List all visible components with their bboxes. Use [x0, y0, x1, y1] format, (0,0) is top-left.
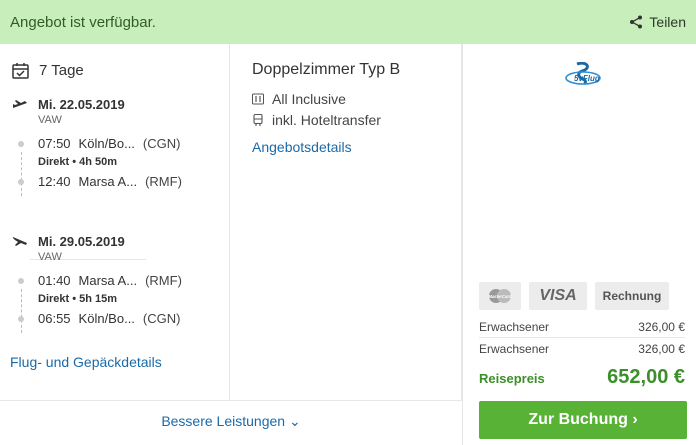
inbound-info: Direkt • 5h 15m	[38, 293, 118, 305]
outbound-arrival: 12:40 Marsa A... (RMF)	[18, 174, 182, 189]
outbound-date: Mi. 22.05.2019	[38, 96, 125, 112]
traveller-label: Erwachsener	[479, 342, 550, 356]
outbound-info: Direkt • 4h 50m	[38, 156, 118, 168]
restaurant-icon	[252, 93, 264, 105]
inbound-dep-time: 01:40	[38, 273, 71, 288]
outbound-dep-code: (CGN)	[142, 136, 181, 151]
svg-text:5vFlug: 5vFlug	[574, 74, 600, 83]
better-services-toggle[interactable]: Bessere Leistungen ⌄	[0, 413, 462, 430]
inbound-departure: 01:40 Marsa A... (RMF)	[18, 273, 182, 288]
share-label: Teilen	[649, 14, 686, 30]
outbound-arr-time: 12:40	[38, 174, 71, 189]
visa-badge: VISA	[529, 282, 587, 310]
bus-icon	[253, 114, 263, 126]
inbound-arrival: 06:55 Köln/Bo... (CGN)	[18, 311, 182, 326]
book-button[interactable]: Zur Buchung ›	[479, 401, 687, 439]
flight-details-link[interactable]: Flug- und Gepäckdetails	[10, 354, 162, 370]
price-row: Erwachsener 326,00 €	[479, 337, 685, 356]
inbound-flight: Mi. 29.05.2019 VAW 01:40 Marsa A... (RMF…	[12, 233, 182, 333]
outbound-dep-place: Köln/Bo...	[78, 136, 135, 151]
payment-methods: MasterCard VISA Rechnung	[479, 282, 669, 310]
inbound-dep-code: (RMF)	[145, 273, 182, 288]
calendar-icon	[12, 63, 29, 79]
offer-details-link[interactable]: Angebotsdetails	[252, 139, 352, 155]
inbound-date: Mi. 29.05.2019	[38, 233, 125, 249]
outbound-arr-place: Marsa A...	[78, 174, 138, 189]
transfer-label: inkl. Hoteltransfer	[272, 112, 381, 128]
inbound-arr-code: (CGN)	[142, 311, 181, 326]
inbound-arr-time: 06:55	[38, 311, 71, 326]
outbound-airline: VAW	[38, 114, 62, 126]
availability-banner: Angebot ist verfügbar. Teilen	[0, 0, 696, 44]
traveller-price: 326,00 €	[638, 320, 685, 334]
availability-status: Angebot ist verfügbar.	[10, 13, 156, 31]
inbound-arr-place: Köln/Bo...	[78, 311, 135, 326]
outbound-arr-code: (RMF)	[145, 174, 182, 189]
inbound-dep-place: Marsa A...	[78, 273, 138, 288]
outbound-departure: 07:50 Köln/Bo... (CGN)	[18, 136, 182, 151]
hotel-column: Doppelzimmer Typ B All Inclusive inkl. H…	[230, 44, 462, 400]
duration: 7 Tage	[12, 62, 84, 79]
bottom-strip: Bessere Leistungen ⌄	[0, 400, 462, 445]
inbound-airline: VAW	[38, 251, 62, 263]
share-icon	[630, 15, 643, 29]
duration-label: 7 Tage	[39, 62, 84, 79]
traveller-label: Erwachsener	[479, 320, 550, 334]
total-amount: 652,00 €	[607, 366, 685, 388]
price-row: Erwachsener 326,00 €	[479, 320, 685, 334]
total-price: Reisepreis 652,00 €	[479, 366, 685, 389]
operator-logo: 5vFlug	[565, 62, 601, 85]
outbound-dep-time: 07:50	[38, 136, 71, 151]
room-type: Doppelzimmer Typ B	[252, 61, 401, 78]
traveller-price: 326,00 €	[638, 342, 685, 356]
plane-takeoff-icon	[13, 100, 27, 108]
board-label: All Inclusive	[272, 91, 346, 107]
plane-landing-icon	[13, 237, 27, 246]
svg-text:MasterCard: MasterCard	[488, 294, 511, 299]
outbound-flight: Mi. 22.05.2019 VAW 07:50 Köln/Bo... (CGN…	[12, 96, 182, 196]
transfer-feature: inkl. Hoteltransfer	[252, 112, 381, 128]
mastercard-icon: MasterCard	[488, 289, 512, 303]
board-feature: All Inclusive	[252, 91, 346, 107]
invoice-badge: Rechnung	[595, 282, 669, 310]
mastercard-badge: MasterCard	[479, 282, 521, 310]
flight-column: 7 Tage Mi. 22.05.2019 VAW 07:50 Köln/Bo.…	[0, 44, 230, 400]
total-label: Reisepreis	[479, 371, 545, 386]
price-column: 5vFlug MasterCard VISA Rechnung Erwachse…	[462, 44, 696, 445]
share-button[interactable]: Teilen	[629, 14, 686, 30]
